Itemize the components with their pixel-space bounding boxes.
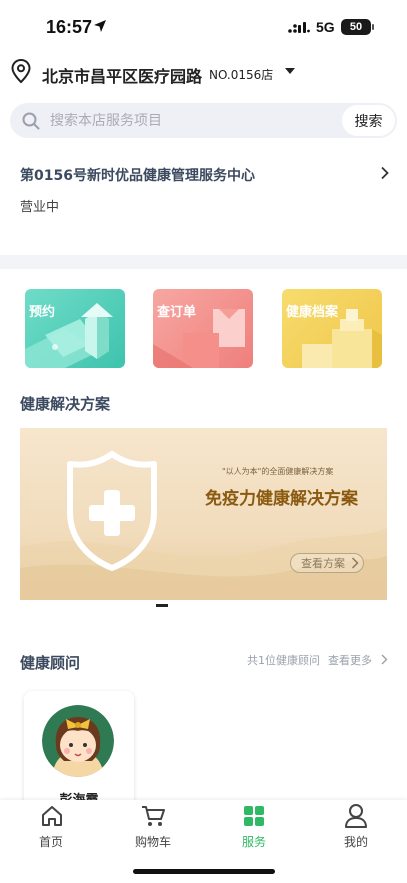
tab-profile[interactable]: 我的 xyxy=(305,800,407,856)
solution-banner[interactable] xyxy=(20,428,387,600)
advisor-card[interactable]: 彭海霞 xyxy=(24,691,134,811)
view-more-link[interactable]: 查看更多 xyxy=(328,652,372,668)
banner-title: 免疫力健康解决方案 xyxy=(205,489,358,509)
chevron-right-icon[interactable] xyxy=(381,654,388,665)
tab-cart[interactable]: 购物车 xyxy=(102,800,204,856)
location-arrow-icon xyxy=(94,20,106,32)
banner-subtitle: "以人为本"的全面健康解决方案 xyxy=(222,467,334,476)
search-button[interactable]: 搜索 xyxy=(342,105,395,136)
avatar xyxy=(42,705,114,777)
section-divider xyxy=(0,255,407,269)
store-number[interactable]: NO.0156店 xyxy=(209,66,273,83)
service-grid-icon xyxy=(244,806,264,826)
signal-icon xyxy=(288,22,310,33)
network-type: 5G xyxy=(316,19,335,35)
search-icon xyxy=(22,112,40,130)
tab-home-label: 首页 xyxy=(38,835,63,849)
location-pin-icon xyxy=(11,58,31,84)
location-address[interactable]: 北京市昌平区医疗园路 xyxy=(42,63,202,87)
records-label: 健康档案 xyxy=(286,305,339,320)
cart-icon xyxy=(142,806,165,826)
records-tile[interactable]: 健康档案 xyxy=(282,289,382,368)
carousel-indicator xyxy=(156,604,168,607)
tab-home[interactable]: 首页 xyxy=(0,800,102,856)
tab-service-label: 服务 xyxy=(241,835,266,849)
advisor-count: 共1位健康顾问 xyxy=(247,654,320,667)
user-icon xyxy=(345,804,367,828)
orders-label: 查订单 xyxy=(157,305,197,320)
battery-cap xyxy=(372,24,374,30)
battery-icon: 50 xyxy=(341,19,371,35)
store-name-link[interactable]: 第0156号新时优品健康管理服务中心 xyxy=(20,165,255,185)
dropdown-caret-icon[interactable] xyxy=(285,68,295,74)
home-icon xyxy=(42,806,62,826)
section-title-solutions: 健康解决方案 xyxy=(20,395,111,413)
tab-cart-label: 购物车 xyxy=(134,835,171,849)
section-title-advisors: 健康顾问 xyxy=(20,654,81,672)
tab-service[interactable]: 服务 xyxy=(203,800,305,856)
chevron-right-icon xyxy=(351,557,359,569)
store-status: 营业中 xyxy=(20,200,60,215)
home-indicator xyxy=(133,869,275,874)
tab-profile-label: 我的 xyxy=(343,835,368,849)
orders-tile[interactable]: 查订单 xyxy=(153,289,253,368)
appointment-tile[interactable]: 预约 xyxy=(25,289,125,368)
chevron-right-icon[interactable] xyxy=(380,166,390,180)
shield-cross-icon xyxy=(67,451,157,571)
status-time: 16:57 xyxy=(46,17,93,37)
appointment-label: 预约 xyxy=(29,305,56,320)
search-input[interactable] xyxy=(50,103,330,138)
